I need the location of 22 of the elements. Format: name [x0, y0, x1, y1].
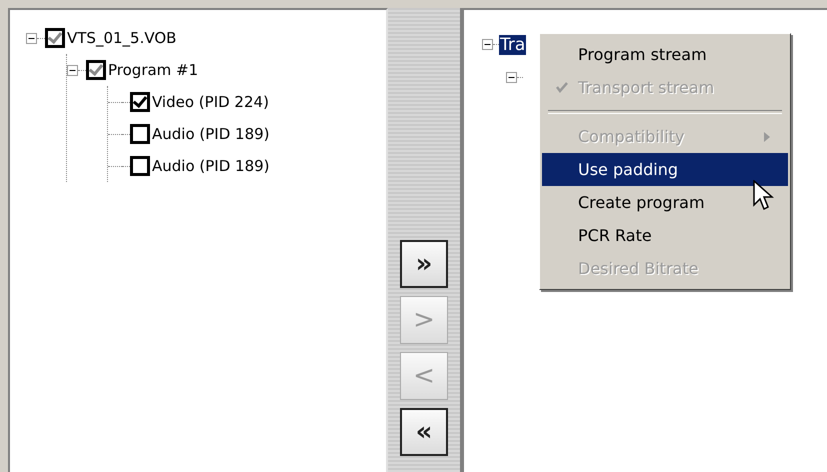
collapse-icon[interactable] — [482, 39, 493, 50]
checkbox[interactable] — [130, 124, 150, 144]
checkbox[interactable] — [130, 156, 150, 176]
tree-item[interactable]: Tra — [499, 34, 526, 54]
tree-item[interactable]: Audio (PID 189) — [152, 157, 270, 175]
move-button[interactable]: « — [400, 408, 448, 456]
menu-item[interactable]: Use padding — [542, 153, 788, 186]
collapse-icon[interactable] — [67, 64, 78, 76]
tree-item[interactable]: Audio (PID 189) — [152, 125, 270, 143]
tree-item[interactable]: Program #1 — [108, 61, 198, 79]
menu-item[interactable]: Create program — [542, 186, 788, 219]
tree-item[interactable]: VTS_01_5.VOB — [67, 29, 176, 47]
collapse-icon[interactable] — [26, 32, 37, 44]
checkbox[interactable] — [130, 92, 150, 112]
tree-item[interactable]: Video (PID 224) — [152, 93, 269, 111]
checkbox[interactable] — [86, 60, 106, 80]
move-button[interactable]: » — [400, 240, 448, 288]
menu-item[interactable]: PCR Rate — [542, 219, 788, 252]
checkbox[interactable] — [45, 28, 65, 48]
menu-item[interactable]: Program stream — [542, 38, 788, 71]
collapse-icon[interactable] — [506, 72, 517, 83]
cursor-icon — [753, 180, 775, 212]
